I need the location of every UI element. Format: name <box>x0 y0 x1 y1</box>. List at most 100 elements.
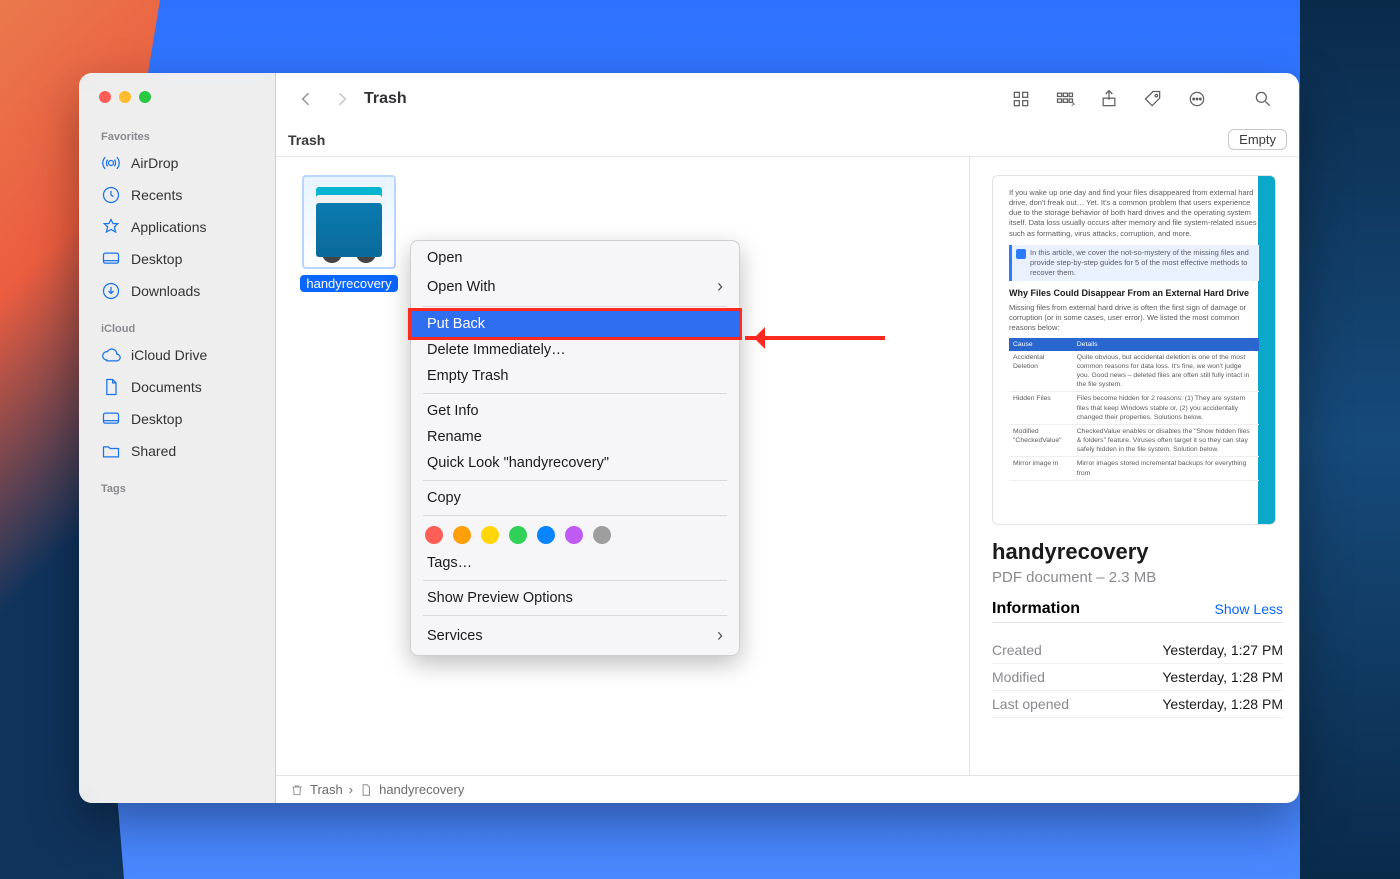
info-row: Last openedYesterday, 1:28 PM <box>992 691 1283 718</box>
ctx-open[interactable]: Open <box>411 245 739 271</box>
close-button[interactable] <box>99 91 111 103</box>
ctx-separator <box>423 306 727 307</box>
desktop-icon <box>101 249 121 269</box>
sidebar-item-documents[interactable]: Documents <box>79 371 275 403</box>
quicklook-prev-icon[interactable]: ‹ <box>322 243 342 263</box>
ctx-empty-trash[interactable]: Empty Trash <box>411 363 739 389</box>
show-less-link[interactable]: Show Less <box>1215 601 1283 617</box>
preview-callout-text: In this article, we cover the not-so-mys… <box>1030 248 1255 278</box>
tag-color-green[interactable] <box>509 526 527 544</box>
sidebar-item-recents[interactable]: Recents <box>79 179 275 211</box>
sidebar-item-icloud-drive[interactable]: iCloud Drive <box>79 339 275 371</box>
sidebar-item-airdrop[interactable]: AirDrop <box>79 147 275 179</box>
path-separator: › <box>349 782 353 797</box>
share-button[interactable] <box>1091 85 1127 113</box>
action-button[interactable] <box>1179 85 1215 113</box>
path-segment[interactable]: handyrecovery <box>379 782 464 797</box>
ctx-rename[interactable]: Rename <box>411 424 739 450</box>
sidebar-item-desktop[interactable]: Desktop <box>79 243 275 275</box>
sidebar-item-label: Desktop <box>131 411 182 427</box>
ctx-show-preview-options[interactable]: Show Preview Options <box>411 585 739 611</box>
tag-color-purple[interactable] <box>565 526 583 544</box>
path-segment[interactable]: Trash <box>310 782 343 797</box>
forward-button[interactable] <box>330 87 354 111</box>
view-icons-button[interactable] <box>1003 85 1039 113</box>
ctx-open-with[interactable]: Open With <box>411 271 739 302</box>
annotation-arrow <box>745 333 905 343</box>
ctx-separator <box>423 515 727 516</box>
preview-thumbnail: If you wake up one day and find your fil… <box>992 175 1276 525</box>
path-bar: Trash › handyrecovery <box>276 775 1299 803</box>
group-button[interactable] <box>1047 85 1083 113</box>
ctx-services[interactable]: Services <box>411 620 739 651</box>
info-row: ModifiedYesterday, 1:28 PM <box>992 664 1283 691</box>
ctx-quick-look[interactable]: Quick Look "handyrecovery" <box>411 450 739 476</box>
quicklook-next-icon[interactable]: › <box>356 243 376 263</box>
sidebar-item-icloud-desktop[interactable]: Desktop <box>79 403 275 435</box>
tag-color-yellow[interactable] <box>481 526 499 544</box>
ctx-separator <box>423 393 727 394</box>
tag-color-orange[interactable] <box>453 526 471 544</box>
sidebar-item-label: Shared <box>131 443 176 459</box>
shared-folder-icon <box>101 441 121 461</box>
sidebar-item-label: AirDrop <box>131 155 178 171</box>
ctx-separator <box>423 580 727 581</box>
toolbar: Trash <box>276 73 1299 125</box>
bg-decor-right <box>1300 0 1400 879</box>
ctx-delete-immediately[interactable]: Delete Immediately… <box>411 337 739 363</box>
sidebar-item-label: Recents <box>131 187 182 203</box>
sidebar-header-icloud: iCloud <box>79 317 275 339</box>
preview-file-name: handyrecovery <box>992 539 1283 565</box>
document-icon <box>359 783 373 797</box>
sidebar-item-applications[interactable]: Applications <box>79 211 275 243</box>
file-thumbnail[interactable]: ‹ › <box>302 175 396 269</box>
tag-color-blue[interactable] <box>537 526 555 544</box>
preview-text: If you wake up one day and find your fil… <box>1009 188 1259 239</box>
preview-text: Missing files from external hard drive i… <box>1009 303 1259 333</box>
sidebar: Favorites AirDrop Recents Applications D… <box>79 73 276 803</box>
ctx-put-back[interactable]: Put Back <box>411 311 739 337</box>
preview-info-title: Information <box>992 600 1080 618</box>
tag-color-gray[interactable] <box>593 526 611 544</box>
ctx-separator <box>423 480 727 481</box>
file-item[interactable]: ‹ › handyrecovery <box>294 175 404 297</box>
preview-file-subtitle: PDF document – 2.3 MB <box>992 569 1283 586</box>
ctx-tag-colors <box>411 520 739 550</box>
tag-color-red[interactable] <box>425 526 443 544</box>
window-controls <box>79 91 275 121</box>
sidebar-item-label: Desktop <box>131 251 182 267</box>
airdrop-icon <box>101 153 121 173</box>
ctx-copy[interactable]: Copy <box>411 485 739 511</box>
info-icon <box>1016 249 1026 259</box>
sidebar-item-downloads[interactable]: Downloads <box>79 275 275 307</box>
preview-heading: Why Files Could Disappear From an Extern… <box>1009 287 1259 299</box>
applications-icon <box>101 217 121 237</box>
preview-info-rows: CreatedYesterday, 1:27 PM ModifiedYester… <box>992 637 1283 718</box>
minimize-button[interactable] <box>119 91 131 103</box>
back-button[interactable] <box>294 87 318 111</box>
search-button[interactable] <box>1245 85 1281 113</box>
ctx-get-info[interactable]: Get Info <box>411 398 739 424</box>
preview-info-header: Information Show Less <box>992 600 1283 623</box>
zoom-button[interactable] <box>139 91 151 103</box>
sidebar-item-label: Documents <box>131 379 202 395</box>
sidebar-item-label: Applications <box>131 219 207 235</box>
quicklook-nav: ‹ › <box>322 243 376 263</box>
ctx-tags[interactable]: Tags… <box>411 550 739 576</box>
downloads-icon <box>101 281 121 301</box>
context-menu: Open Open With Put Back Delete Immediate… <box>410 240 740 656</box>
ctx-separator <box>423 615 727 616</box>
sidebar-item-label: iCloud Drive <box>131 347 207 363</box>
sidebar-header-tags: Tags <box>79 477 275 499</box>
empty-trash-button[interactable]: Empty <box>1228 129 1287 150</box>
file-name-label[interactable]: handyrecovery <box>300 275 397 292</box>
sidebar-item-shared[interactable]: Shared <box>79 435 275 467</box>
trash-icon <box>290 783 304 797</box>
document-icon <box>101 377 121 397</box>
tags-button[interactable] <box>1135 85 1171 113</box>
info-row: CreatedYesterday, 1:27 PM <box>992 637 1283 664</box>
location-title: Trash <box>288 132 325 148</box>
window-title: Trash <box>364 90 407 108</box>
location-bar: Trash Empty <box>276 125 1299 157</box>
desktop-icon <box>101 409 121 429</box>
